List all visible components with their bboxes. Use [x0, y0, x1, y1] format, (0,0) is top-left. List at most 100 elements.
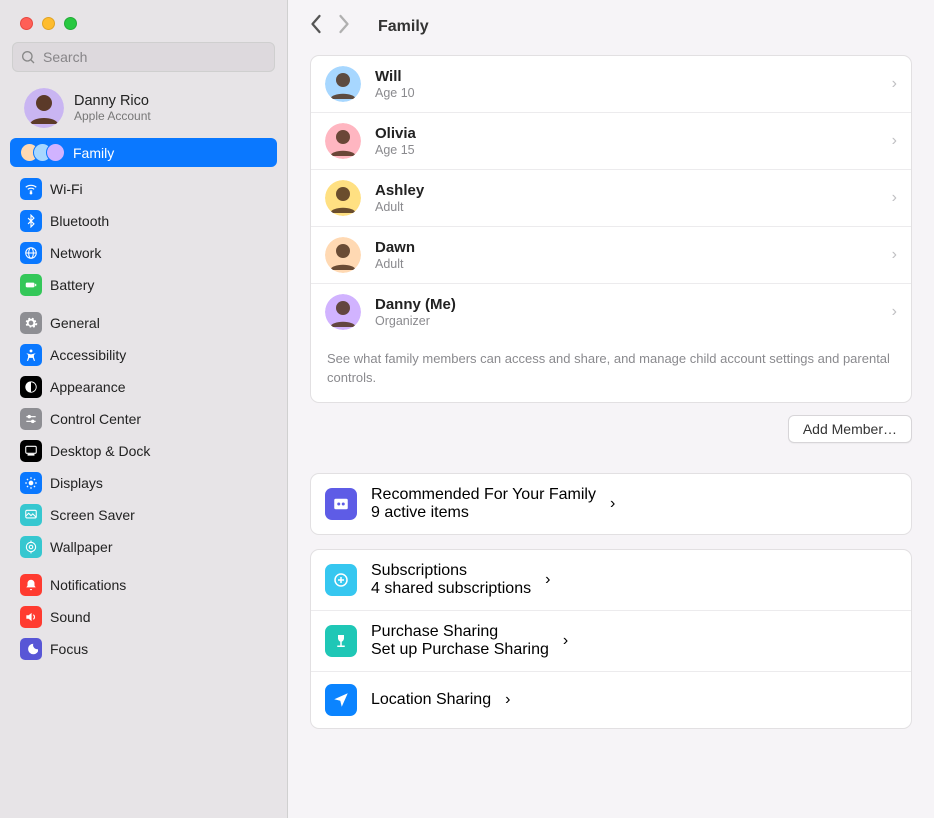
sidebar-item-network[interactable]: Network — [10, 237, 277, 269]
family-recommend-icon — [325, 488, 357, 520]
page-title: Family — [378, 18, 429, 36]
sidebar-item-desktop-dock[interactable]: Desktop & Dock — [10, 435, 277, 467]
section-title: Purchase Sharing — [371, 623, 549, 641]
fullscreen-window-button[interactable] — [64, 17, 77, 30]
sidebar-item-label: Bluetooth — [50, 213, 109, 229]
bluetooth-icon — [20, 210, 42, 232]
member-avatar — [325, 123, 361, 159]
focus-icon — [20, 638, 42, 660]
chevron-right-icon: › — [505, 691, 510, 709]
back-button[interactable] — [310, 14, 323, 39]
sidebar-item-label: General — [50, 315, 100, 331]
network-icon — [20, 242, 42, 264]
sidebar-item-battery[interactable]: Battery — [10, 269, 277, 301]
sidebar-item-bluetooth[interactable]: Bluetooth — [10, 205, 277, 237]
chevron-right-icon: › — [892, 189, 897, 207]
subscriptions-icon — [325, 564, 357, 596]
sidebar-item-label: Displays — [50, 475, 103, 491]
sidebar-item-label: Wallpaper — [50, 539, 113, 555]
chevron-right-icon — [337, 14, 350, 34]
section-title: Location Sharing — [371, 691, 491, 709]
member-subtitle: Adult — [375, 200, 878, 214]
chevron-right-icon: › — [545, 571, 550, 589]
member-row[interactable]: WillAge 10› — [311, 56, 911, 112]
accessibility-icon — [20, 344, 42, 366]
sidebar-item-general[interactable]: General — [10, 307, 277, 339]
sidebar-item-label: Network — [50, 245, 101, 261]
purchase-icon — [325, 625, 357, 657]
section-subtitle: 9 active items — [371, 504, 596, 522]
sharing-card: Subscriptions 4 shared subscriptions › P… — [310, 549, 912, 729]
family-icon — [20, 143, 65, 162]
member-avatar — [325, 66, 361, 102]
chevron-right-icon: › — [563, 632, 568, 650]
member-subtitle: Organizer — [375, 314, 878, 328]
sidebar: Danny Rico Apple Account Family Wi-Fi Blu… — [0, 0, 288, 818]
close-window-button[interactable] — [20, 17, 33, 30]
chevron-right-icon: › — [892, 246, 897, 264]
recommended-row[interactable]: Recommended For Your Family 9 active ite… — [311, 474, 911, 534]
sidebar-item-focus[interactable]: Focus — [10, 633, 277, 665]
sidebar-item-label: Focus — [50, 641, 88, 657]
sidebar-item-appearance[interactable]: Appearance — [10, 371, 277, 403]
sidebar-nav: Family Wi-Fi Bluetooth Network Battery Gene… — [0, 138, 287, 818]
member-row[interactable]: Danny (Me)Organizer› — [311, 283, 911, 340]
subscriptions-row[interactable]: Subscriptions 4 shared subscriptions › — [311, 550, 911, 610]
location-sharing-row[interactable]: Location Sharing › — [311, 671, 911, 728]
dock-icon — [20, 440, 42, 462]
content-scroll[interactable]: WillAge 10›OliviaAge 15›AshleyAdult›Dawn… — [288, 49, 934, 818]
account-text: Danny Rico Apple Account — [74, 93, 151, 123]
account-name: Danny Rico — [74, 93, 151, 109]
section-subtitle: Set up Purchase Sharing — [371, 641, 549, 659]
sidebar-item-family[interactable]: Family — [10, 138, 277, 167]
member-avatar — [325, 294, 361, 330]
sidebar-item-control-center[interactable]: Control Center — [10, 403, 277, 435]
member-subtitle: Age 10 — [375, 86, 878, 100]
wifi-icon — [20, 178, 42, 200]
sidebar-item-label: Desktop & Dock — [50, 443, 150, 459]
gear-icon — [20, 312, 42, 334]
members-card: WillAge 10›OliviaAge 15›AshleyAdult›Dawn… — [310, 55, 912, 403]
chevron-left-icon — [310, 14, 323, 34]
sidebar-item-label: Accessibility — [50, 347, 126, 363]
main-panel: Family WillAge 10›OliviaAge 15›AshleyAdu… — [288, 0, 934, 818]
sidebar-item-notifications[interactable]: Notifications — [10, 569, 277, 601]
sidebar-item-wi-fi[interactable]: Wi-Fi — [10, 173, 277, 205]
sidebar-item-sound[interactable]: Sound — [10, 601, 277, 633]
search-input[interactable] — [12, 42, 275, 72]
display-icon — [20, 472, 42, 494]
sidebar-item-accessibility[interactable]: Accessibility — [10, 339, 277, 371]
account-subtitle: Apple Account — [74, 109, 151, 123]
member-row[interactable]: AshleyAdult › — [311, 169, 911, 226]
chevron-right-icon: › — [610, 495, 615, 513]
sidebar-item-screen-saver[interactable]: Screen Saver — [10, 499, 277, 531]
section-title: Recommended For Your Family — [371, 486, 596, 504]
add-member-button[interactable]: Add Member… — [788, 415, 912, 443]
members-footnote: See what family members can access and s… — [311, 340, 911, 402]
purchase-sharing-row[interactable]: Purchase Sharing Set up Purchase Sharing… — [311, 610, 911, 671]
screensaver-icon — [20, 504, 42, 526]
sound-icon — [20, 606, 42, 628]
member-subtitle: Adult — [375, 257, 878, 271]
member-name: Dawn — [375, 239, 878, 256]
sidebar-item-label: Sound — [50, 609, 90, 625]
sidebar-item-wallpaper[interactable]: Wallpaper — [10, 531, 277, 563]
sidebar-item-label: Appearance — [50, 379, 126, 395]
member-name: Olivia — [375, 125, 878, 142]
battery-icon — [20, 274, 42, 296]
member-row[interactable]: OliviaAge 15 › — [311, 112, 911, 169]
appearance-icon — [20, 376, 42, 398]
window-traffic-lights — [0, 0, 287, 42]
minimize-window-button[interactable] — [42, 17, 55, 30]
member-row[interactable]: DawnAdult › — [311, 226, 911, 283]
sidebar-item-displays[interactable]: Displays — [10, 467, 277, 499]
search-icon — [20, 49, 36, 65]
member-avatar — [325, 180, 361, 216]
sidebar-item-label: Notifications — [50, 577, 126, 593]
add-member-row: Add Member… — [310, 415, 912, 443]
member-subtitle: Age 15 — [375, 143, 878, 157]
chevron-right-icon: › — [892, 132, 897, 150]
member-name: Ashley — [375, 182, 878, 199]
account-row[interactable]: Danny Rico Apple Account — [0, 82, 287, 138]
chevron-right-icon: › — [892, 75, 897, 93]
